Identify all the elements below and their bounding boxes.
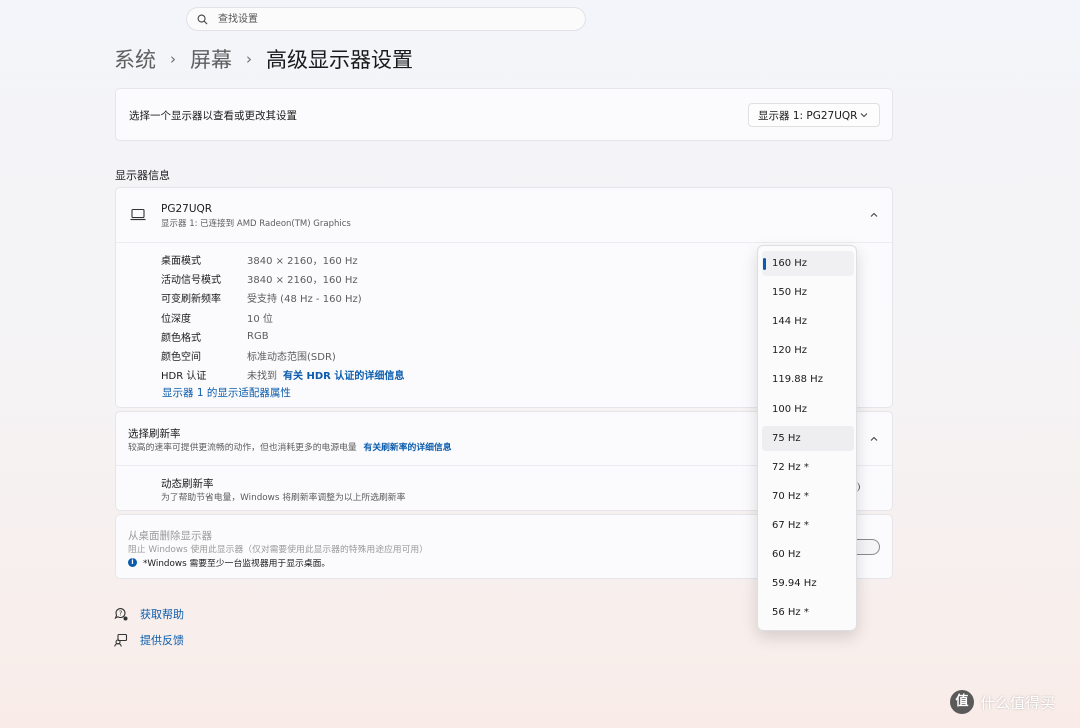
refresh-rate-option[interactable]: 72 Hz * (762, 455, 854, 480)
display-subtitle: 显示器 1: 已连接到 AMD Radeon(TM) Graphics (161, 219, 351, 229)
info-value: RGB (247, 330, 269, 342)
select-display-label: 选择一个显示器以查看或更改其设置 (129, 110, 297, 122)
info-row: 颜色空间 标准动态范围(SDR) (161, 346, 404, 365)
refresh-rate-option-label: 59.94 Hz (772, 578, 817, 590)
give-feedback-label: 提供反馈 (140, 634, 184, 647)
info-key: 桌面模式 (161, 256, 201, 268)
refresh-rate-option-label: 72 Hz * (772, 461, 809, 473)
adapter-properties-link[interactable]: 显示器 1 的显示适配器属性 (162, 385, 291, 400)
info-value: 3840 × 2160，160 Hz (247, 256, 358, 268)
info-row: 桌面模式 3840 × 2160，160 Hz (161, 250, 404, 269)
refresh-rate-option-label: 120 Hz (772, 345, 808, 357)
monitor-icon (130, 208, 146, 221)
refresh-rate-option-label: 70 Hz * (772, 490, 809, 502)
refresh-rate-option[interactable]: 70 Hz * (762, 484, 854, 509)
info-row: 可变刷新频率 受支持 (48 Hz - 160 Hz) (161, 288, 404, 307)
chevron-up-icon[interactable] (869, 434, 879, 444)
dynamic-refresh-desc: 为了帮助节省电量，Windows 将刷新率调整为以上所选刷新率 (161, 493, 406, 503)
refresh-rate-info-link[interactable]: 有关刷新率的详细信息 (364, 443, 452, 453)
display-dropdown-value: 显示器 1: PG27UQR (758, 109, 858, 122)
info-row: 位深度 10 位 (161, 308, 404, 327)
watermark: 值 什么值得买 (950, 690, 1055, 714)
refresh-rate-desc: 较高的速率可提供更流畅的动作，但也消耗更多的电源电量 有关刷新率的详细信息 (128, 440, 452, 453)
info-key: 颜色格式 (161, 332, 201, 344)
chevron-down-icon (860, 113, 868, 118)
refresh-rate-option-label: 60 Hz (772, 549, 801, 560)
refresh-rate-option[interactable]: 56 Hz * (762, 600, 854, 625)
refresh-rate-option-label: 119.88 Hz (772, 374, 823, 386)
display-name: PG27UQR (161, 203, 213, 215)
info-key: 可变刷新频率 (161, 294, 221, 306)
info-key: HDR 认证 (161, 371, 207, 383)
help-icon: ? (114, 608, 128, 621)
refresh-rate-title: 选择刷新率 (128, 428, 181, 440)
info-key: 颜色空间 (161, 352, 201, 364)
info-value: 3840 × 2160，160 Hz (247, 275, 358, 287)
watermark-text: 什么值得买 (980, 693, 1056, 712)
give-feedback-link[interactable]: 提供反馈 (114, 632, 184, 648)
search-icon (197, 14, 208, 24)
display-info-section-title: 显示器信息 (115, 169, 170, 182)
refresh-rate-desc-text: 较高的速率可提供更流畅的动作，但也消耗更多的电源电量 (128, 443, 357, 453)
search-box[interactable] (186, 7, 586, 31)
get-help-label: 获取帮助 (140, 608, 184, 621)
chevron-up-icon[interactable] (869, 210, 879, 220)
info-row-hdr: HDR 认证 未找到 有关 HDR 认证的详细信息 (161, 365, 404, 384)
breadcrumb: 系统 › 屏幕 › 高级显示器设置 (114, 44, 413, 74)
feedback-icon (114, 633, 128, 647)
refresh-rate-option[interactable]: 150 Hz (762, 280, 854, 305)
refresh-rate-option-label: 150 Hz (772, 287, 808, 299)
remove-display-title: 从桌面删除显示器 (128, 530, 212, 542)
breadcrumb-display[interactable]: 屏幕 (190, 44, 232, 74)
info-icon: i (128, 558, 137, 567)
breadcrumb-system[interactable]: 系统 (114, 44, 156, 74)
refresh-rate-option-label: 160 Hz (772, 258, 808, 269)
refresh-rate-option[interactable]: 75 Hz (762, 425, 854, 451)
info-key: 活动信号模式 (161, 275, 221, 287)
info-value: 未找到 (247, 371, 277, 383)
info-row: 颜色格式 RGB (161, 327, 404, 346)
svg-text:?: ? (119, 610, 123, 618)
get-help-link[interactable]: ? 获取帮助 (114, 606, 184, 622)
refresh-rate-option[interactable]: 119.88 Hz (762, 367, 854, 392)
page-title: 高级显示器设置 (266, 48, 413, 72)
watermark-logo: 值 (950, 690, 974, 714)
refresh-rate-option[interactable]: 100 Hz (762, 397, 854, 422)
refresh-rate-option[interactable]: 120 Hz (762, 338, 854, 363)
refresh-rate-option[interactable]: 67 Hz * (762, 513, 854, 538)
refresh-rate-flyout: 160 Hz 150 Hz 144 Hz 120 Hz 119.88 Hz 100 Hz 7… (757, 245, 857, 631)
chevron-right-icon: › (246, 50, 252, 68)
refresh-rate-option[interactable]: 59.94 Hz (762, 571, 854, 596)
info-key: 位深度 (161, 313, 191, 325)
refresh-rate-option-label: 56 Hz * (772, 607, 809, 619)
select-display-card: 选择一个显示器以查看或更改其设置 显示器 1: PG27UQR (115, 88, 893, 141)
refresh-rate-option-label: 144 Hz (772, 316, 808, 328)
search-input[interactable] (216, 12, 560, 26)
hdr-info-link[interactable]: 有关 HDR 认证的详细信息 (283, 367, 404, 382)
info-value: 10 位 (247, 313, 273, 325)
display-dropdown[interactable]: 显示器 1: PG27UQR (748, 103, 880, 127)
remove-display-note-text: *Windows 需要至少一台监视器用于显示桌面。 (143, 559, 331, 569)
info-row: 活动信号模式 3840 × 2160，160 Hz (161, 269, 404, 288)
display-info-rows: 桌面模式 3840 × 2160，160 Hz 活动信号模式 3840 × 2160… (161, 250, 404, 384)
remove-display-note: i *Windows 需要至少一台监视器用于显示桌面。 (128, 556, 330, 569)
info-value: 标准动态范围(SDR) (247, 352, 336, 364)
refresh-rate-option[interactable]: 144 Hz (762, 309, 854, 334)
refresh-rate-option-label: 67 Hz * (772, 519, 809, 531)
refresh-rate-option-label: 100 Hz (772, 403, 808, 415)
chevron-right-icon: › (170, 50, 176, 68)
refresh-rate-option[interactable]: 160 Hz (762, 251, 854, 276)
info-value: 受支持 (48 Hz - 160 Hz) (247, 294, 362, 306)
refresh-rate-option[interactable]: 60 Hz (762, 542, 854, 567)
dynamic-refresh-title: 动态刷新率 (161, 478, 214, 490)
display-info-header[interactable]: PG27UQR 显示器 1: 已连接到 AMD Radeon(TM) Graph… (116, 188, 892, 243)
remove-display-desc: 阻止 Windows 使用此显示器（仅对需要使用此显示器的特殊用途应用可用） (128, 545, 428, 555)
refresh-rate-option-label: 75 Hz (772, 432, 801, 444)
selection-indicator (763, 258, 766, 270)
